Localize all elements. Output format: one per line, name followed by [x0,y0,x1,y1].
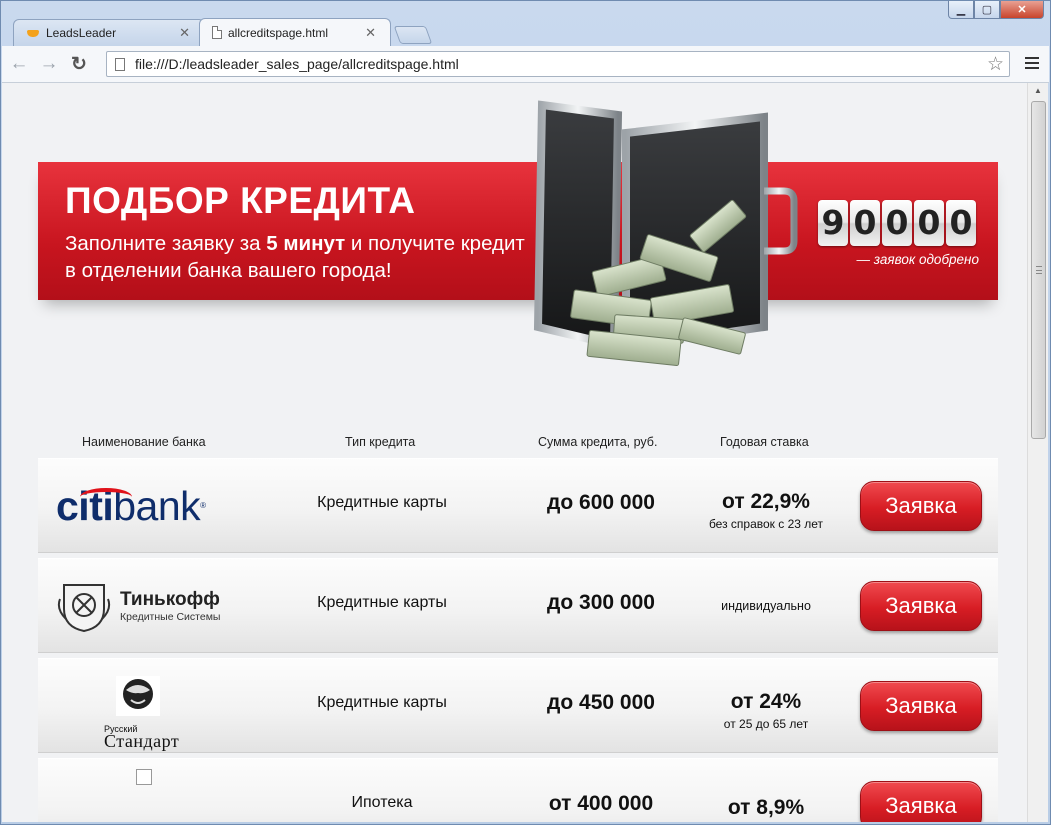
credit-type: Ипотека [351,794,413,811]
credit-offers-table: citibank® Кредитные карты до 600 000 от … [38,458,998,822]
page-icon [115,57,125,71]
table-row: citibank® Кредитные карты до 600 000 от … [38,458,998,553]
tinkoff-sub: Кредитные Системы [120,611,221,623]
rate-note: без справок с 23 лет [708,517,824,531]
tab-title: LeadsLeader [46,26,117,40]
minimize-button[interactable]: ▁ [948,1,974,19]
counter-digit: 0 [914,200,944,246]
browser-toolbar: ← → ↻ file:///D:/leadsleader_sales_page/… [2,46,1049,83]
counter-digit: 0 [850,200,880,246]
apply-button[interactable]: Заявка [860,781,982,822]
close-tab-icon[interactable]: ✕ [365,25,376,41]
citi-arc-icon [80,488,132,506]
annual-rate: индивидуально [721,599,811,613]
broken-image-icon [136,769,152,785]
scroll-up-arrow-icon[interactable]: ▲ [1028,83,1048,99]
counter-digit: 0 [882,200,912,246]
close-tab-icon[interactable]: ✕ [179,25,190,41]
rate-value: от 22,9% [722,490,810,513]
tinkoff-logo: Тинькофф Кредитные Системы [56,576,246,636]
credit-amount: до 450 000 [547,691,655,714]
credit-amount: до 300 000 [547,591,655,614]
russian-standard-name: Стандарт [104,731,180,751]
credit-amount: от 400 000 [548,792,654,815]
credit-amount: до 600 000 [547,491,655,514]
leadsleader-favicon-icon [26,28,40,38]
tab-strip: LeadsLeader ✕ allcreditspage.html ✕ [13,18,433,46]
rate-note: от 25 до 65 лет [723,717,809,731]
credit-type: Кредитные карты [317,494,447,511]
page-favicon-icon [212,26,222,39]
approved-counter: 9 0 0 0 0 [818,200,976,246]
menu-icon[interactable] [1025,55,1039,71]
browser-window: ▁ ▢ ✕ LeadsLeader ✕ allcreditspage.html … [0,0,1051,825]
tab-allcreditspage[interactable]: allcreditspage.html ✕ [199,18,391,46]
reload-icon[interactable]: ↻ [66,51,92,77]
annual-rate: от 22,9% без справок с 23 лет [686,490,846,531]
banner-title: ПОДБОР КРЕДИТА [65,180,416,221]
table-row: Ипотека от 400 000 от 8,9% Заявка [38,758,998,822]
scrollbar-thumb[interactable] [1031,101,1046,439]
close-window-button[interactable]: ✕ [1000,1,1044,19]
citibank-logo: citibank® [56,476,246,536]
header-bank: Наименование банка [82,435,206,449]
counter-caption: — заявок одобрено [856,252,979,267]
tab-title: allcreditspage.html [228,25,329,40]
url-text[interactable]: file:///D:/leadsleader_sales_page/allcre… [135,56,987,72]
table-row: Русский Стандарт Кредитные карты до 450 … [38,658,998,753]
credit-type: Кредитные карты [317,594,447,611]
counter-digit: 9 [818,200,848,246]
back-arrow-icon[interactable]: ← [6,51,32,77]
annual-rate: от 8,9% [686,796,846,820]
header-amount: Сумма кредита, руб. [538,435,658,449]
logo-text: bank [113,483,201,529]
new-tab-button[interactable] [393,26,433,44]
address-bar[interactable]: file:///D:/leadsleader_sales_page/allcre… [106,51,1010,77]
vertical-scrollbar[interactable]: ▲ [1027,83,1048,822]
maximize-button[interactable]: ▢ [974,1,1000,19]
page-viewport: ПОДБОР КРЕДИТА Заполните заявку за 5 мин… [2,83,1027,822]
apply-button[interactable]: Заявка [860,581,982,631]
rate-value: от 24% [730,690,802,713]
header-rate: Годовая ставка [720,435,809,449]
table-row: Тинькофф Кредитные Системы Кредитные кар… [38,558,998,653]
credit-type: Кредитные карты [317,694,447,711]
eagle-emblem-icon [116,676,160,716]
forward-arrow-icon[interactable]: → [36,51,62,77]
apply-button[interactable]: Заявка [860,481,982,531]
annual-rate: от 24% от 25 до 65 лет [686,690,846,731]
tinkoff-name: Тинькофф [120,589,220,610]
banner-subtitle: Заполните заявку за 5 минут и получите к… [65,230,525,284]
window-controls: ▁ ▢ ✕ [948,1,1044,19]
counter-digit: 0 [946,200,976,246]
tinkoff-crest-icon [57,584,111,633]
tab-leadsleader[interactable]: LeadsLeader ✕ [13,19,205,46]
apply-button[interactable]: Заявка [860,681,982,731]
subtitle-bold: 5 минут [266,232,346,255]
table-column-headers: Наименование банка Тип кредита Сумма кре… [38,435,998,455]
bookmark-star-icon[interactable]: ☆ [987,53,1004,76]
subtitle-text: Заполните заявку за [65,232,267,255]
header-type: Тип кредита [345,435,416,449]
money-suitcase-image [533,100,798,367]
rate-value: от 8,9% [727,796,805,819]
citibank-logo-wordmark: citibank® [56,483,206,529]
russian-standard-logo: Русский Стандарт [56,676,246,750]
